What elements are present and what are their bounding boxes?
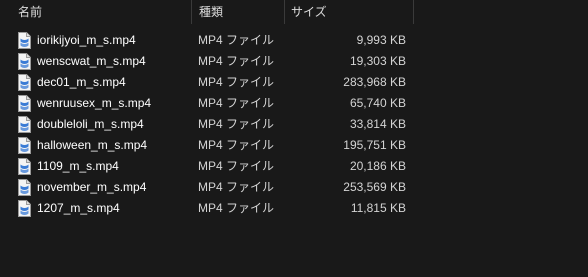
file-row[interactable]: wenscwat_m_s.mp4 MP4 ファイル 19,303 KB [0,51,588,72]
file-row[interactable]: november_m_s.mp4 MP4 ファイル 253,569 KB [0,177,588,198]
video-file-icon [18,179,31,196]
column-header-type[interactable]: 種類 [192,0,285,24]
file-row[interactable]: 1207_m_s.mp4 MP4 ファイル 11,815 KB [0,198,588,219]
file-row[interactable]: iorikijyoi_m_s.mp4 MP4 ファイル 9,993 KB [0,30,588,51]
file-row[interactable]: halloween_m_s.mp4 MP4 ファイル 195,751 KB [0,135,588,156]
file-type: MP4 ファイル [198,180,275,194]
file-size: 33,814 KB [349,117,406,131]
file-size: 19,303 KB [349,54,406,68]
file-size: 283,968 KB [343,75,406,89]
file-name: wenruusex_m_s.mp4 [37,96,152,110]
file-type: MP4 ファイル [198,96,275,110]
file-size: 253,569 KB [343,180,406,194]
file-size: 195,751 KB [343,138,406,152]
file-size: 11,815 KB [350,201,406,215]
column-header-type-label: 種類 [199,5,224,19]
video-file-icon [18,95,31,112]
video-file-icon [18,116,31,133]
file-name: iorikijyoi_m_s.mp4 [37,33,136,47]
file-type: MP4 ファイル [198,117,275,131]
video-file-icon [18,74,31,91]
column-header-size-label: サイズ [291,5,327,19]
file-name: november_m_s.mp4 [37,180,147,194]
video-file-icon [18,137,31,154]
file-list: iorikijyoi_m_s.mp4 MP4 ファイル 9,993 KB wen… [0,30,588,219]
video-file-icon [18,53,31,70]
column-header-name[interactable]: 名前 [0,0,192,24]
column-divider[interactable] [413,0,414,24]
file-name: doubleloli_m_s.mp4 [37,117,144,131]
file-name: wenscwat_m_s.mp4 [37,54,146,68]
column-header-bar: 名前 種類 サイズ [0,0,588,24]
file-row[interactable]: dec01_m_s.mp4 MP4 ファイル 283,968 KB [0,72,588,93]
file-row[interactable]: 1109_m_s.mp4 MP4 ファイル 20,186 KB [0,156,588,177]
file-type: MP4 ファイル [198,33,275,47]
file-name: dec01_m_s.mp4 [37,75,126,89]
file-row[interactable]: doubleloli_m_s.mp4 MP4 ファイル 33,814 KB [0,114,588,135]
file-type: MP4 ファイル [198,201,275,215]
file-row[interactable]: wenruusex_m_s.mp4 MP4 ファイル 65,740 KB [0,93,588,114]
video-file-icon [18,200,31,217]
column-header-name-label: 名前 [18,5,43,19]
file-name: 1109_m_s.mp4 [37,159,119,173]
file-type: MP4 ファイル [198,54,275,68]
file-name: halloween_m_s.mp4 [37,138,148,152]
file-size: 9,993 KB [356,33,406,47]
file-type: MP4 ファイル [198,159,275,173]
file-type: MP4 ファイル [198,138,275,152]
file-name: 1207_m_s.mp4 [37,201,120,215]
column-header-size[interactable]: サイズ [285,0,414,24]
video-file-icon [18,158,31,175]
video-file-icon [18,32,31,49]
file-type: MP4 ファイル [198,75,275,89]
file-size: 20,186 KB [349,159,406,173]
file-size: 65,740 KB [349,96,406,110]
